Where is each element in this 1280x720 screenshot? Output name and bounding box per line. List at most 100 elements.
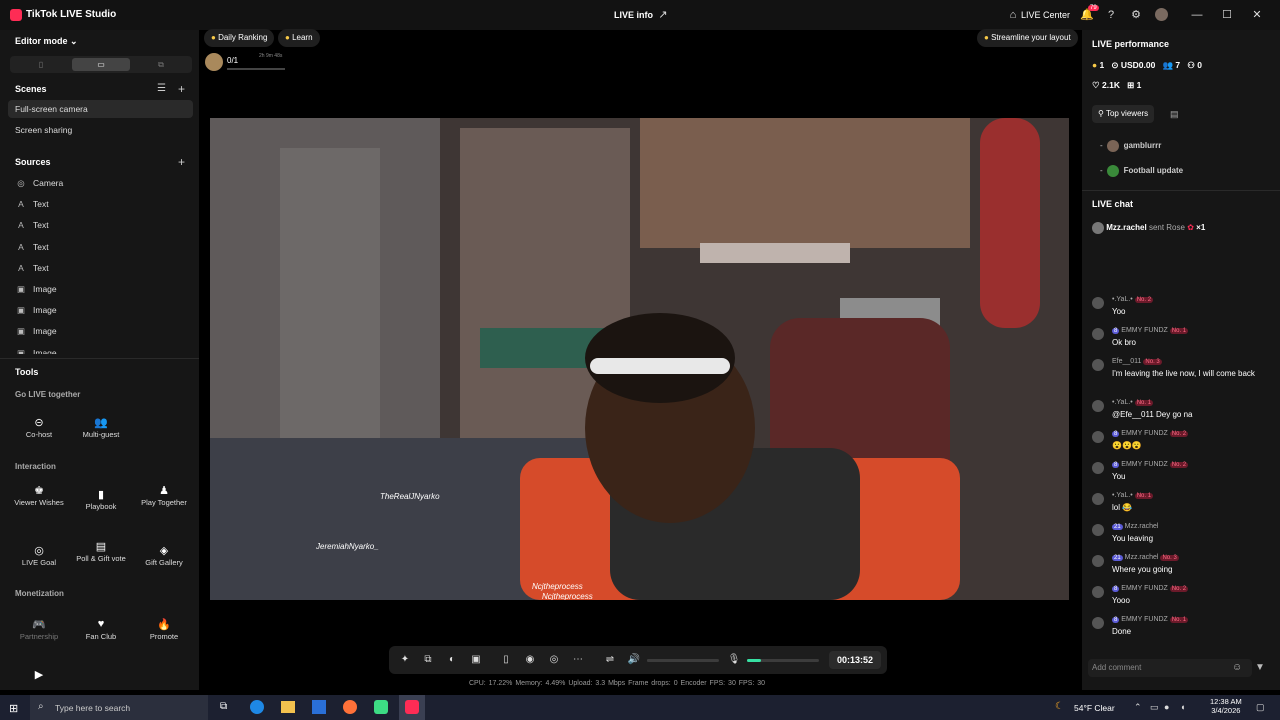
chat-username[interactable]: EMMY FUNDZ (1121, 327, 1168, 334)
add-scene-icon[interactable]: + (178, 82, 185, 96)
source-item[interactable]: A Text (8, 216, 193, 234)
portrait-icon[interactable]: ▯ (12, 58, 70, 71)
source-item[interactable]: A Text (8, 238, 193, 256)
task-view-icon[interactable]: ⧉ (220, 701, 227, 712)
scene-item[interactable]: Full-screen camera (8, 100, 193, 118)
microphone-icon[interactable]: 🎙 (727, 653, 741, 667)
source-item[interactable]: A Text (8, 195, 193, 213)
record-icon[interactable]: ◉ (523, 653, 537, 667)
capture-icon[interactable]: ◎ (547, 653, 561, 667)
emoji-icon[interactable]: ☺ (1232, 662, 1242, 673)
add-comment-input[interactable]: Add comment (1088, 659, 1252, 677)
top-viewers-tab[interactable]: ⚲ Top viewers (1092, 105, 1155, 123)
poll-gift-vote-button[interactable]: ▤ Poll & Gift vote (73, 540, 129, 582)
overlay-text[interactable]: JeremiahNyarko_ (316, 542, 379, 551)
source-item[interactable]: A Text (8, 259, 193, 277)
dual-icon[interactable]: ⧉ (132, 58, 190, 71)
speaker-icon[interactable]: 🔊 (627, 653, 641, 667)
filter-icon[interactable]: ◐ (445, 653, 459, 667)
network-icon[interactable]: ▭ (1150, 702, 1159, 713)
effects-icon[interactable]: ⧉ (421, 653, 435, 667)
partnership-button[interactable]: 🎮 Partnership (11, 618, 67, 660)
minimize-icon[interactable]: — (1190, 8, 1204, 22)
mic-level-slider[interactable] (747, 659, 819, 662)
app-icon[interactable] (374, 700, 388, 714)
viewer-row[interactable]: - Football update (1100, 165, 1183, 177)
gift-gallery-button[interactable]: ◈ Gift Gallery (136, 544, 192, 586)
maximize-icon[interactable]: ☐ (1220, 8, 1234, 22)
viewer-row[interactable]: - gamblurrr (1100, 140, 1161, 152)
volume-slider[interactable] (647, 659, 719, 662)
home-icon[interactable]: ⌂ (1006, 8, 1020, 22)
magic-wand-icon[interactable]: ✦ (398, 653, 412, 667)
fan-club-button[interactable]: ♥ Fan Club (73, 618, 129, 660)
chat-username[interactable]: EMMY FUNDZ (1121, 461, 1168, 468)
scene-item[interactable]: Screen sharing (8, 121, 193, 139)
layout-icon[interactable]: ▣ (469, 653, 483, 667)
live-tool-button[interactable]: ▶ (11, 668, 67, 690)
mic-tray-icon[interactable]: ● (1164, 702, 1169, 712)
weather-text[interactable]: 54°F Clear (1074, 703, 1115, 713)
taskbar-search[interactable]: ⌕ Type here to search (30, 695, 208, 720)
live-goal-button[interactable]: ◎ LIVE Goal (11, 544, 67, 586)
gear-icon[interactable]: ⚙ (1129, 8, 1143, 22)
help-icon[interactable]: ? (1104, 8, 1118, 22)
more-icon[interactable]: ⋯ (571, 653, 585, 667)
volume-tray-icon[interactable]: ◖ (1180, 702, 1185, 712)
chat-username[interactable]: EMMY FUNDZ (1121, 430, 1168, 437)
chat-text: @Efe__011 Dey go na (1112, 410, 1193, 419)
rank-badge: No. 3 (1160, 555, 1179, 561)
share-icon[interactable]: ↗ (656, 8, 670, 22)
avatar[interactable] (1155, 8, 1168, 21)
chat-username[interactable]: •.YaL.• (1112, 296, 1133, 303)
landscape-icon[interactable]: ▭ (72, 58, 130, 71)
windows-start-icon[interactable]: ⊞ (9, 702, 18, 715)
viewer-wishes-button[interactable]: ♚ Viewer Wishes (11, 484, 67, 526)
play-together-button[interactable]: ♟ Play Together (136, 484, 192, 526)
promote-button[interactable]: 🔥 Promote (136, 618, 192, 660)
firefox-icon[interactable] (343, 700, 357, 714)
multiguest-button[interactable]: 👥 Multi-guest (73, 416, 129, 458)
streamline-layout-button[interactable]: ● Streamline your layout (977, 29, 1078, 47)
partnership-icon: 🎮 (32, 619, 46, 631)
overlay-text[interactable]: Ncjtheprocess (542, 592, 593, 600)
overlay-text[interactable]: TheRealJNyarko (380, 492, 440, 501)
chat-username[interactable]: •.YaL.• (1112, 492, 1133, 499)
list-icon[interactable]: ☰ (157, 83, 166, 94)
tray-chevron-icon[interactable]: ⌃ (1134, 702, 1142, 713)
close-icon[interactable]: ✕ (1250, 8, 1264, 22)
phone-icon[interactable]: ▯ (499, 653, 513, 667)
notification-center-icon[interactable]: ▢ (1256, 702, 1265, 713)
source-label: Text (33, 199, 49, 210)
source-item[interactable]: ▣ Image (8, 301, 193, 319)
editor-mode-dropdown[interactable]: Editor mode ⌄ (15, 36, 78, 47)
playbook-button[interactable]: ▮ Playbook (73, 488, 129, 530)
chat-username[interactable]: Mzz.rachel (1125, 523, 1159, 530)
chat-meta: •.YaL.• No. 1 (1112, 399, 1154, 406)
source-item[interactable]: ◎ Camera (8, 174, 193, 192)
source-item[interactable]: ▣ Image (8, 280, 193, 298)
add-source-icon[interactable]: + (178, 155, 185, 169)
list-toggle-icon[interactable]: ▤ (1170, 109, 1179, 120)
source-item[interactable]: ▣ Image (8, 344, 193, 354)
store-icon[interactable] (312, 700, 326, 714)
tiktok-live-taskbar-button[interactable] (399, 695, 425, 720)
chat-username[interactable]: EMMY FUNDZ (1121, 585, 1168, 592)
cohost-button[interactable]: ⊝ Co-host (11, 416, 67, 458)
filter-funnel-icon[interactable]: ▼ (1255, 662, 1265, 673)
clock[interactable]: 12:38 AM 3/4/2026 (1210, 697, 1242, 715)
edge-icon[interactable] (250, 700, 264, 714)
live-center-link[interactable]: LIVE Center (1021, 10, 1070, 20)
file-explorer-icon[interactable] (281, 701, 295, 713)
camera-preview[interactable]: TheRealJNyarko JeremiahNyarko_ Ncjthepro… (210, 118, 1069, 600)
source-item[interactable]: ▣ Image (8, 322, 193, 340)
learn-button[interactable]: ● Learn (278, 29, 320, 47)
overlay-text[interactable]: Ncjtheprocess (532, 582, 583, 591)
chat-username[interactable]: Mzz.rachel (1125, 554, 1159, 561)
live-info-title[interactable]: LIVE info (614, 10, 653, 20)
chat-username[interactable]: •.YaL.• (1112, 399, 1133, 406)
daily-ranking-button[interactable]: ● Daily Ranking (204, 29, 275, 47)
chat-username[interactable]: Efe__011 (1112, 358, 1141, 365)
settings-sliders-icon[interactable]: ⇌ (603, 653, 617, 667)
chat-username[interactable]: EMMY FUNDZ (1121, 616, 1168, 623)
